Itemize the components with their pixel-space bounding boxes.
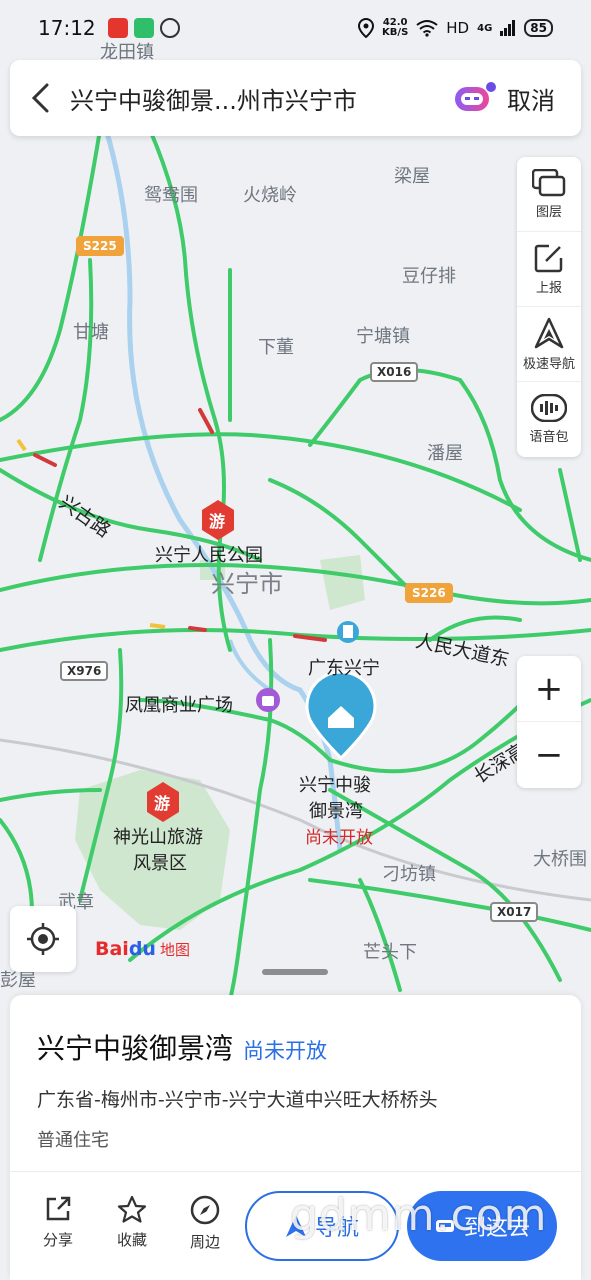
poi-badge-text-2: 游 (154, 794, 171, 813)
layers-button[interactable]: 图层 (517, 157, 581, 232)
network-type: 4G (477, 22, 493, 34)
location-status-icon (358, 18, 375, 38)
map-label-diaofang: 刁坊镇 (382, 864, 436, 885)
search-title[interactable]: 兴宁中骏御景...州市兴宁市 (70, 81, 453, 116)
star-icon (117, 1195, 147, 1223)
assistant-robot-icon (455, 82, 496, 111)
report-button[interactable]: 上报 (517, 232, 581, 307)
place-status: 尚未开放 (243, 1039, 328, 1063)
map-label-huoshaoling: 火烧岭 (243, 185, 297, 206)
report-label: 上报 (535, 280, 562, 296)
road-tag-x017: X017 (490, 902, 539, 922)
voice-pack-button[interactable]: 语音包 (517, 382, 581, 457)
zoom-controls: + − (517, 656, 581, 788)
road-tag-s226: S226 (405, 583, 453, 603)
place-type: 普通住宅 (37, 1130, 109, 1151)
map-label-fengjingqu[interactable]: 风景区 (133, 849, 187, 875)
cancel-button[interactable]: 取消 (507, 81, 555, 116)
app-notification-icon-2 (133, 18, 154, 38)
status-bar: 17:12 42.0 KB/S HD 4G 85 (0, 0, 591, 56)
poi-badge-text: 游 (209, 512, 226, 531)
layers-icon (532, 168, 566, 196)
panel-divider (10, 1171, 581, 1172)
share-label: 分享 (42, 1231, 73, 1249)
voice-pack-icon (531, 394, 567, 422)
share-button[interactable]: 分享 (28, 1195, 88, 1250)
map-label-ningtang: 宁塘镇 (356, 326, 410, 347)
app-notification-icon-3 (159, 18, 180, 38)
map-label-liangwu: 梁屋 (394, 166, 430, 187)
map-label-city: 兴宁市 (211, 570, 283, 598)
map-label-gantang: 甘塘 (73, 322, 109, 343)
hd-indicator: HD (446, 19, 470, 37)
app-notification-icon (107, 18, 128, 38)
road-tag-s225: S225 (76, 236, 124, 256)
edit-icon (534, 244, 563, 272)
zoom-in-button[interactable]: + (517, 656, 581, 722)
navigation-arrow-icon (534, 317, 564, 348)
place-address: 广东省-梅州市-兴宁市-兴宁大道中兴旺大桥桥头 (37, 1089, 438, 1111)
fast-navigation-button[interactable]: 极速导航 (517, 307, 581, 382)
share-icon (46, 1196, 71, 1221)
map-label-daqiaowei: 大桥围 (533, 849, 587, 870)
search-header: 兴宁中骏御景...州市兴宁市 取消 (10, 60, 581, 136)
baidu-map-logo: Baidu 地图 (95, 938, 190, 960)
map-label-guangdong-xingning[interactable]: 广东兴宁 (308, 654, 380, 680)
back-button[interactable] (10, 60, 70, 136)
locate-me-button[interactable] (10, 906, 76, 972)
place-title: 兴宁中骏御景湾 尚未开放 (37, 1032, 328, 1065)
nearby-button[interactable]: 周边 (175, 1195, 235, 1252)
panel-drag-handle[interactable] (262, 969, 328, 975)
notification-icons (107, 18, 180, 38)
net-speed: 42.0 KB/S (382, 17, 409, 38)
nearby-label: 周边 (189, 1233, 220, 1251)
signal-icon (500, 20, 516, 36)
voice-pack-label: 语音包 (529, 430, 569, 445)
map-label-xiadong: 下董 (258, 337, 294, 358)
marker-label-name[interactable]: 兴宁中骏 (299, 771, 371, 797)
battery-indicator: 85 (524, 19, 553, 37)
road-tag-x976: X976 (60, 661, 109, 681)
status-time: 17:12 (38, 16, 96, 40)
road-tag-x016: X016 (370, 362, 419, 382)
marker-label-name-2[interactable]: 御景湾 (309, 797, 363, 823)
map-label-mangtouxia: 芒头下 (363, 942, 417, 963)
favorite-label: 收藏 (116, 1231, 147, 1249)
map-label-shenguangshan[interactable]: 神光山旅游 (113, 823, 203, 849)
zoom-out-button[interactable]: − (517, 722, 581, 788)
marker-label-status: 尚未开放 (305, 828, 373, 848)
watermark: gdmm.com (290, 1190, 548, 1241)
layers-label: 图层 (535, 204, 562, 220)
compass-icon (190, 1195, 220, 1225)
fast-navigation-label: 极速导航 (522, 356, 575, 372)
voice-assistant-button[interactable] (453, 81, 497, 115)
wifi-icon (416, 20, 438, 37)
crosshair-icon (27, 923, 59, 955)
map-toolbar: 图层 上报 极速导航 语音包 (517, 157, 581, 457)
map-label-yuanyangwei: 鸳鸯围 (144, 185, 198, 206)
map-label-fenghuang[interactable]: 凤凰商业广场 (125, 691, 233, 717)
favorite-button[interactable]: 收藏 (102, 1195, 162, 1250)
chevron-left-icon (31, 83, 49, 113)
map-label-douzaipai: 豆仔排 (402, 266, 456, 287)
map-label-panwu: 潘屋 (427, 443, 463, 464)
